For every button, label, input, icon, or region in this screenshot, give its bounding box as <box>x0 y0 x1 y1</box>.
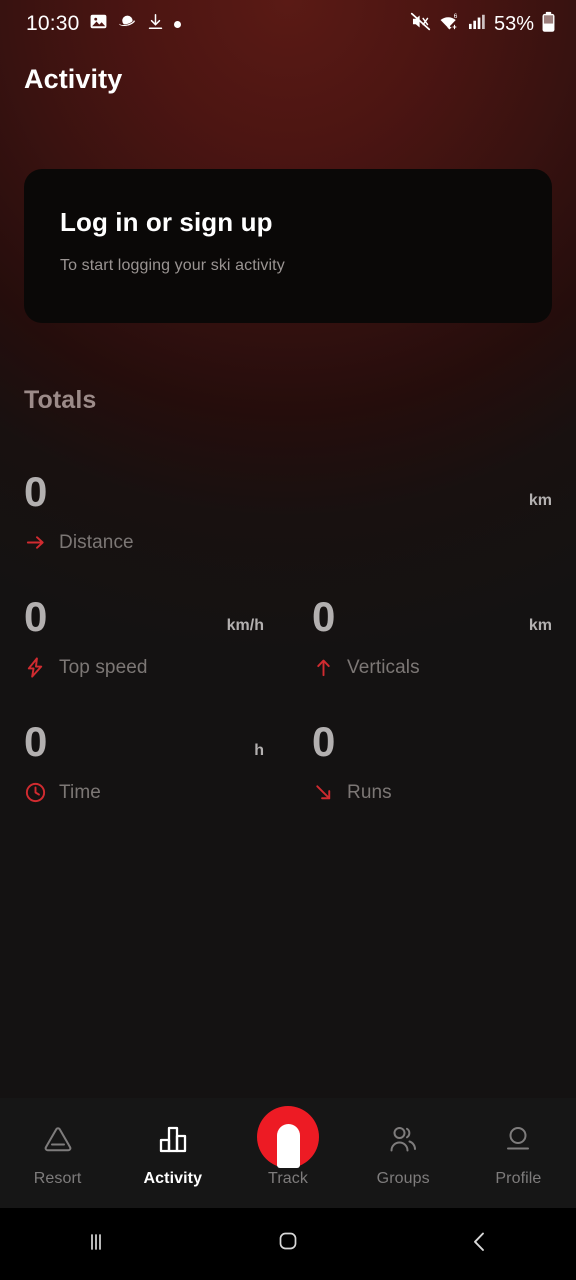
stat-time: 0 h Time <box>0 705 288 830</box>
nav-item-activity[interactable]: Activity <box>115 1118 230 1188</box>
status-time: 10:30 <box>26 12 80 35</box>
stat-bottom: Top speed <box>24 656 264 679</box>
dot-icon <box>173 20 181 28</box>
nav-label: Profile <box>495 1170 542 1187</box>
stat-label: Top speed <box>59 656 148 678</box>
stat-top-speed: 0 km/h Top speed <box>0 580 288 705</box>
arrow-down-right-icon <box>312 781 335 804</box>
home-button[interactable] <box>192 1229 384 1260</box>
mute-icon <box>410 11 431 37</box>
login-card-subtitle: To start logging your ski activity <box>60 257 285 274</box>
recents-icon <box>81 1229 111 1260</box>
stat-top: 0 h <box>24 705 264 763</box>
arrow-right-icon <box>24 531 47 554</box>
stat-bottom: Verticals <box>312 656 552 679</box>
stat-row: 0 h Time 0 Runs <box>0 705 576 830</box>
nav-item-profile[interactable]: Profile <box>461 1118 576 1188</box>
stat-verticals: 0 km Verticals <box>288 580 576 705</box>
stat-bottom: Distance <box>24 531 552 554</box>
mountain-icon <box>38 1118 78 1160</box>
svg-text:6: 6 <box>454 13 458 20</box>
home-icon <box>273 1229 303 1260</box>
stat-unit: h <box>254 742 264 759</box>
login-card-title: Log in or sign up <box>60 207 273 237</box>
stat-unit: km <box>528 492 552 509</box>
lightning-icon <box>24 656 47 679</box>
login-signup-card[interactable]: Log in or sign up To start logging your … <box>24 169 552 323</box>
stat-value: 0 <box>24 593 48 640</box>
nav-item-resort[interactable]: Resort <box>0 1118 115 1188</box>
image-icon <box>89 12 108 36</box>
track-ski-shape <box>276 1124 300 1168</box>
back-button[interactable] <box>384 1229 576 1260</box>
totals-stats-grid: 0 km Distance 0 km/h Top speed 0 km Vert… <box>0 455 576 830</box>
status-bar: 10:30 6 53% <box>0 0 576 48</box>
stat-unit: km <box>528 617 552 634</box>
clock-icon <box>24 781 47 804</box>
page-title: Activity <box>24 64 123 94</box>
stat-label: Time <box>59 781 101 803</box>
people-icon <box>383 1118 423 1160</box>
stat-top: 0 km <box>312 580 552 638</box>
person-icon <box>499 1118 537 1160</box>
stat-label: Distance <box>59 531 134 553</box>
nav-label: Resort <box>33 1170 82 1187</box>
arrow-up-icon <box>312 656 335 679</box>
battery-icon <box>541 11 556 38</box>
battery-percent: 53% <box>493 12 534 35</box>
track-record-icon <box>257 1106 319 1168</box>
nav-label: Groups <box>376 1170 430 1187</box>
nav-item-track[interactable]: Track <box>230 1106 345 1188</box>
nav-item-groups[interactable]: Groups <box>346 1118 461 1188</box>
stat-unit: km/h <box>226 617 264 634</box>
signal-bars-icon <box>467 12 486 36</box>
recents-button[interactable] <box>0 1229 192 1260</box>
stat-value: 0 <box>24 718 48 765</box>
wifi-6-icon: 6 <box>438 11 460 37</box>
nav-label: Track <box>268 1170 308 1187</box>
totals-heading: Totals <box>24 386 97 414</box>
stat-label: Runs <box>347 781 392 803</box>
stat-row: 0 km/h Top speed 0 km Verticals <box>0 580 576 705</box>
stat-top: 0 <box>312 705 552 763</box>
stat-value: 0 <box>24 468 48 515</box>
download-icon <box>146 12 165 36</box>
stat-row: 0 km Distance <box>0 455 576 580</box>
status-bar-right: 6 53% <box>410 11 556 38</box>
system-navigation-bar <box>0 1208 576 1280</box>
stat-bottom: Time <box>24 781 264 804</box>
stat-bottom: Runs <box>312 781 552 804</box>
saturn-icon <box>117 12 137 37</box>
app-screen: 10:30 6 53% Activity Log in or sign up T… <box>0 0 576 1280</box>
stat-top: 0 km <box>24 455 552 513</box>
stat-runs: 0 Runs <box>288 705 576 830</box>
stat-value: 0 <box>312 593 336 640</box>
stat-top: 0 km/h <box>24 580 264 638</box>
nav-label: Activity <box>143 1170 203 1187</box>
track-record-circle <box>257 1106 319 1168</box>
status-bar-left: 10:30 <box>26 12 181 37</box>
bar-chart-icon <box>154 1118 192 1160</box>
stat-distance: 0 km Distance <box>0 455 576 580</box>
bottom-navigation-bar: Resort Activity Track Groups Profile <box>0 1098 576 1208</box>
stat-label: Verticals <box>347 656 420 678</box>
back-icon <box>465 1229 495 1260</box>
stat-value: 0 <box>312 718 336 765</box>
